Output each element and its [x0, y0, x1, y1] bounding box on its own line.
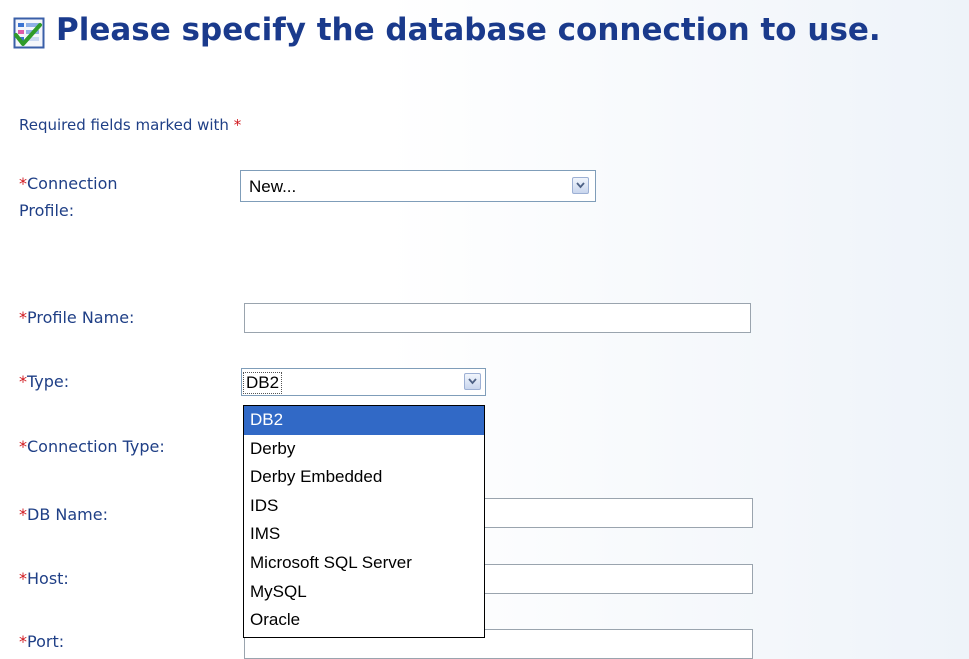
- type-option-microsoft-sql-server[interactable]: Microsoft SQL Server: [244, 549, 484, 578]
- type-option-ids[interactable]: IDS: [244, 492, 484, 521]
- connection-profile-select[interactable]: New...: [240, 170, 596, 202]
- connection-profile-label: *Connection Profile:: [19, 174, 118, 220]
- page-title: Please specify the database connection t…: [56, 12, 881, 48]
- type-option-mysql[interactable]: MySQL: [244, 578, 484, 607]
- type-option-derby-embedded[interactable]: Derby Embedded: [244, 463, 484, 492]
- type-select-value: DB2: [242, 372, 283, 394]
- type-option-oracle[interactable]: Oracle: [244, 606, 484, 635]
- required-fields-note: Required fields marked with *: [19, 116, 242, 134]
- connection-type-label: *Connection Type:: [19, 437, 165, 456]
- type-option-derby[interactable]: Derby: [244, 435, 484, 464]
- host-label: *Host:: [19, 569, 69, 588]
- port-label: *Port:: [19, 632, 65, 651]
- type-label: *Type:: [19, 372, 70, 391]
- checklist-icon: [13, 17, 45, 49]
- type-option-db2[interactable]: DB2: [244, 406, 484, 435]
- chevron-down-icon[interactable]: [572, 177, 589, 194]
- connection-profile-value: New...: [249, 177, 297, 196]
- type-dropdown-list[interactable]: DB2 Derby Derby Embedded IDS IMS Microso…: [243, 405, 485, 638]
- connection-wizard-page: Please specify the database connection t…: [0, 0, 969, 659]
- type-option-ims[interactable]: IMS: [244, 520, 484, 549]
- chevron-down-icon[interactable]: [464, 373, 481, 390]
- type-select[interactable]: DB2: [241, 368, 486, 396]
- profile-name-label: *Profile Name:: [19, 308, 135, 327]
- required-marker: *: [233, 116, 242, 134]
- db-name-label: *DB Name:: [19, 505, 108, 524]
- profile-name-input[interactable]: [244, 303, 751, 333]
